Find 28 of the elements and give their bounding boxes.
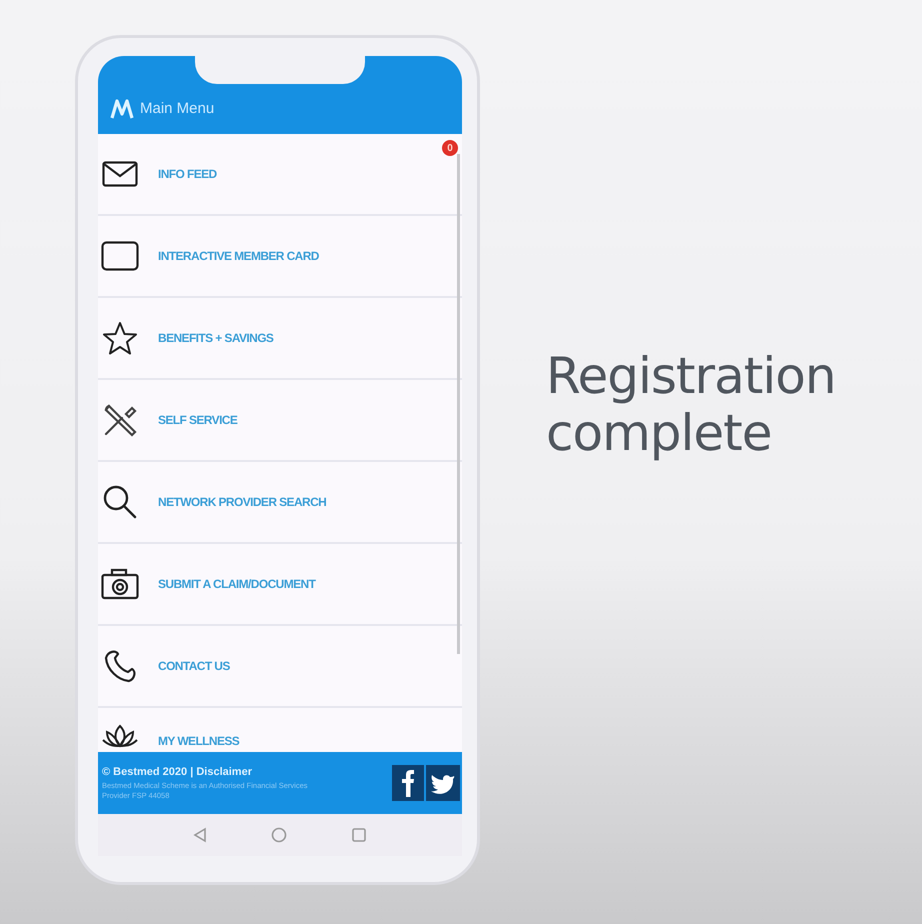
facebook-icon[interactable] <box>392 765 424 801</box>
copyright-text: © Bestmed 2020 | Disclaimer <box>102 766 253 778</box>
bird-icon[interactable] <box>426 765 460 801</box>
lotus-icon <box>101 724 139 748</box>
menu-label: CONTACT US <box>158 659 230 673</box>
back-icon[interactable] <box>193 827 207 843</box>
camera-icon <box>101 568 139 600</box>
menu-label: INFO FEED <box>158 167 217 181</box>
recents-icon[interactable] <box>351 827 367 843</box>
menu-label: BENEFITS + SAVINGS <box>158 331 274 345</box>
envelope-icon <box>102 161 138 187</box>
home-icon[interactable] <box>271 827 287 843</box>
caption-text: Registration complete <box>546 348 837 462</box>
menu-label: MY WELLNESS <box>158 734 240 748</box>
header-title: Main Menu <box>140 99 214 119</box>
phone-icon <box>102 648 138 684</box>
menu-label: INTERACTIVE MEMBER CARD <box>158 249 319 263</box>
menu-item[interactable]: CONTACT US <box>98 626 462 708</box>
tools-icon <box>102 402 138 438</box>
menu-label: SUBMIT A CLAIM/DOCUMENT <box>158 577 316 591</box>
menu-label: SELF SERVICE <box>158 413 238 427</box>
notification-count: 0 <box>442 140 458 156</box>
star-icon <box>102 321 138 355</box>
menu-label: NETWORK PROVIDER SEARCH <box>158 495 326 509</box>
menu-item[interactable]: MY WELLNESS <box>98 708 462 752</box>
logo-icon <box>110 98 134 120</box>
search-icon <box>102 484 138 520</box>
card-icon <box>101 241 139 271</box>
